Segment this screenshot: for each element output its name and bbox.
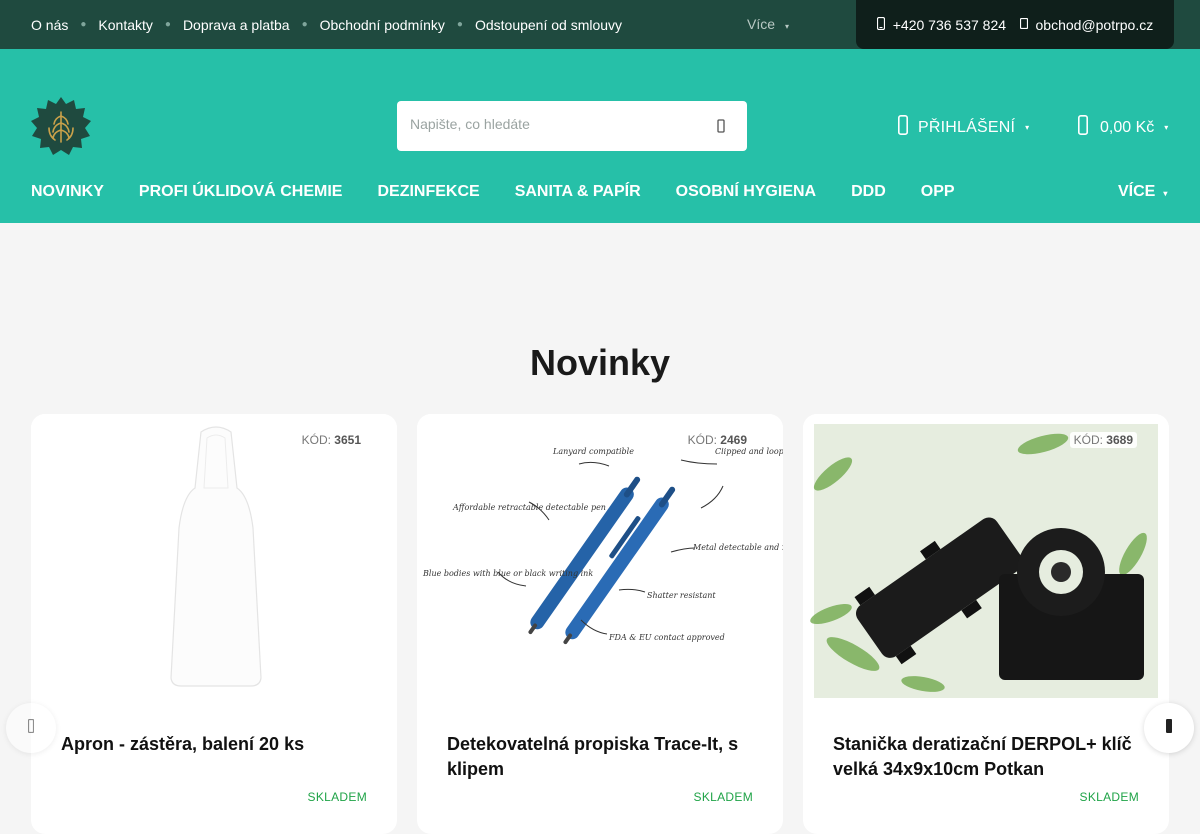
nav-item-ddd[interactable]: DDD: [851, 183, 886, 201]
product-name[interactable]: Apron - zástěra, balení 20 ks: [61, 732, 371, 757]
carousel-prev-button[interactable]: [6, 703, 56, 753]
pen-annotation: Affordable retractable detectable pen: [452, 503, 606, 512]
stock-status: SKLADEM: [307, 790, 367, 804]
product-image-bait-station[interactable]: [803, 414, 1169, 704]
top-link-contacts[interactable]: Kontakty: [98, 17, 152, 33]
phone-link[interactable]: +420 736 537 824: [876, 16, 1007, 33]
pen-annotation: Lanyard compatible: [552, 447, 634, 456]
logo[interactable]: [31, 96, 91, 156]
top-link-shipping[interactable]: Doprava a platba: [183, 17, 290, 33]
pen-annotation: Clipped and looped versions available: [715, 447, 783, 456]
email-link[interactable]: obchod@potrpo.cz: [1019, 16, 1154, 33]
product-image-pen[interactable]: Lanyard compatible Clipped and looped ve…: [417, 414, 783, 704]
top-bar: O nás ● Kontakty ● Doprava a platba ● Ob…: [0, 0, 1200, 49]
top-link-withdrawal[interactable]: Odstoupení od smlouvy: [475, 17, 622, 33]
search-icon[interactable]: [711, 115, 731, 137]
product-card[interactable]: Lanyard compatible Clipped and looped ve…: [417, 414, 783, 834]
pen-annotation: Metal detectable and x-ray visible parts: [692, 543, 783, 552]
header: PŘIHLÁŠENÍ ▾ 0,00 Kč ▾ NOVINKY PROFI ÚKL…: [0, 49, 1200, 223]
product-name[interactable]: Detekovatelná propiska Trace-It, s klipe…: [447, 732, 757, 782]
chevron-down-icon: ▾: [785, 22, 790, 31]
top-link-terms[interactable]: Obchodní podmínky: [320, 17, 445, 33]
section-title: Novinky: [529, 342, 671, 383]
stock-status: SKLADEM: [693, 790, 753, 804]
search-input[interactable]: [410, 116, 700, 132]
pen-annotation: FDA & EU contact approved: [608, 633, 725, 642]
user-icon: [898, 115, 908, 140]
separator-dot: ●: [164, 19, 171, 30]
product-image-apron[interactable]: [31, 414, 397, 704]
product-code: KÓD: 2469: [683, 432, 751, 448]
phone-number: +420 736 537 824: [892, 16, 1007, 33]
chevron-down-icon: ▾: [1163, 189, 1168, 198]
cart-icon: [1078, 115, 1088, 140]
arrow-left-icon: [27, 718, 35, 738]
nav-item-hygiena[interactable]: OSOBNÍ HYGIENA: [676, 183, 816, 201]
nav-item-chemie[interactable]: PROFI ÚKLIDOVÁ CHEMIE: [139, 183, 343, 201]
chevron-down-icon: ▾: [1164, 123, 1169, 132]
nav-item-dezinfekce[interactable]: DEZINFEKCE: [377, 183, 479, 201]
login-button[interactable]: PŘIHLÁŠENÍ ▾: [898, 115, 1029, 140]
top-more-dropdown[interactable]: Více ▾: [747, 16, 789, 32]
top-more-label: Více: [747, 16, 776, 32]
carousel-next-button[interactable]: [1144, 703, 1194, 753]
product-card[interactable]: KÓD: 3689 Stanička deratizační DERPOL+ k…: [803, 414, 1169, 834]
separator-dot: ●: [301, 19, 308, 30]
nav-more-dropdown[interactable]: VÍCE ▾: [1118, 183, 1167, 201]
top-link-about[interactable]: O nás: [31, 17, 68, 33]
cart-button[interactable]: 0,00 Kč ▾: [1078, 115, 1168, 140]
product-code: KÓD: 3689: [1069, 432, 1137, 448]
email-address: obchod@potrpo.cz: [1035, 16, 1154, 33]
pen-annotation: Shatter resistant: [647, 591, 716, 600]
stock-status: SKLADEM: [1079, 790, 1139, 804]
nav-item-novinky[interactable]: NOVINKY: [31, 183, 104, 201]
search-box: [397, 101, 747, 151]
main-nav: NOVINKY PROFI ÚKLIDOVÁ CHEMIE DEZINFEKCE…: [31, 183, 990, 201]
nav-item-opp[interactable]: OPP: [921, 183, 955, 201]
top-links: O nás ● Kontakty ● Doprava a platba ● Ob…: [31, 0, 622, 49]
chevron-down-icon: ▾: [1025, 123, 1030, 132]
login-label: PŘIHLÁŠENÍ: [918, 118, 1016, 136]
product-name[interactable]: Stanička deratizační DERPOL+ klíč velká …: [833, 732, 1143, 782]
phone-icon: [876, 16, 885, 33]
nav-item-sanita[interactable]: SANITA & PAPÍR: [515, 183, 641, 201]
product-code: KÓD: 3651: [297, 432, 365, 448]
pen-annotation: Blue bodies with blue or black writing i…: [422, 569, 593, 578]
contact-box: +420 736 537 824 obchod@potrpo.cz: [856, 0, 1174, 49]
separator-dot: ●: [80, 19, 87, 30]
cart-total: 0,00 Kč: [1100, 118, 1155, 136]
arrow-right-icon: [1165, 718, 1173, 738]
nav-more-label: VÍCE: [1118, 183, 1156, 200]
mail-icon: [1019, 17, 1028, 32]
product-card[interactable]: KÓD: 3651 Apron - zástěra, balení 20 ks …: [31, 414, 397, 834]
separator-dot: ●: [456, 19, 463, 30]
